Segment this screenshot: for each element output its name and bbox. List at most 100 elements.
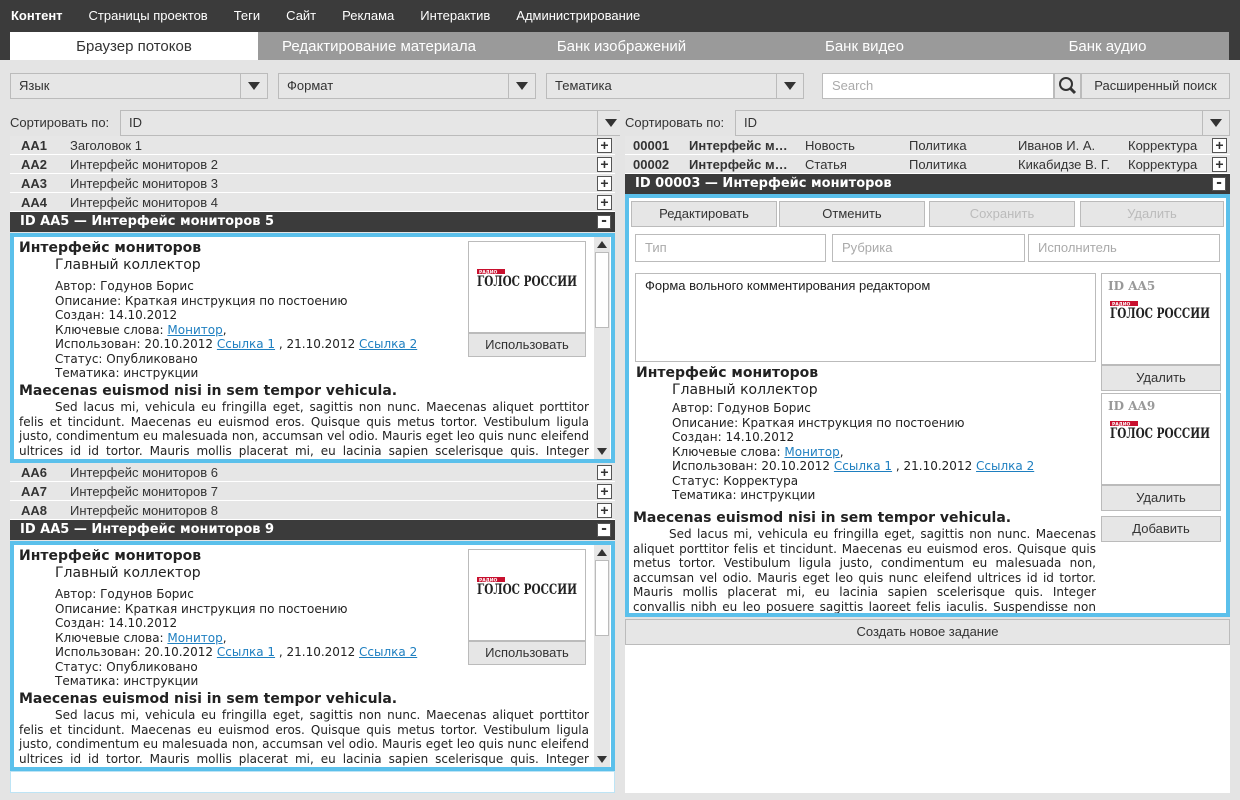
- add-image-button[interactable]: Добавить: [1101, 516, 1221, 542]
- nav-item-interactive[interactable]: Интерактив: [407, 8, 503, 23]
- format-select-label: Формат: [287, 78, 334, 93]
- tab-audio-bank[interactable]: Банк аудио: [986, 32, 1229, 60]
- expanded-header[interactable]: ID AA5 — Интерфейс мониторов 9 -: [10, 520, 615, 540]
- rubric-field[interactable]: Рубрика: [832, 234, 1025, 262]
- table-row[interactable]: 00002 Интерфейс м… Статья Политика Кикаб…: [625, 155, 1230, 174]
- plus-icon[interactable]: +: [597, 157, 612, 172]
- link-1[interactable]: Ссылка 1: [217, 337, 275, 351]
- editor-comment-field[interactable]: Форма вольного комментирования редакторо…: [635, 273, 1096, 362]
- plus-icon[interactable]: +: [597, 503, 612, 518]
- article-body: Sed lacus mi, vehicula eu fringilla eget…: [633, 527, 1096, 613]
- minus-icon[interactable]: -: [597, 522, 611, 537]
- plus-icon[interactable]: +: [1212, 157, 1227, 172]
- plus-icon[interactable]: +: [597, 465, 612, 480]
- link-1[interactable]: Ссылка 1: [834, 459, 892, 473]
- nav-item-ads[interactable]: Реклама: [329, 8, 407, 23]
- plus-icon[interactable]: +: [597, 484, 612, 499]
- keyword-link[interactable]: Монитор: [167, 631, 222, 645]
- row-title: Интерфейс мониторов 2: [70, 157, 218, 172]
- create-task-button[interactable]: Создать новое задание: [625, 619, 1230, 645]
- list-item[interactable]: AA8 Интерфейс мониторов 8 +: [10, 501, 615, 520]
- chevron-down-icon[interactable]: [1202, 111, 1229, 135]
- plus-icon[interactable]: +: [1212, 138, 1227, 153]
- topic-select[interactable]: Тематика: [546, 73, 804, 99]
- tab-video-bank[interactable]: Банк видео: [743, 32, 986, 60]
- link-1[interactable]: Ссылка 1: [217, 645, 275, 659]
- search-input[interactable]: Search: [822, 73, 1054, 99]
- use-button[interactable]: Использовать: [468, 641, 586, 665]
- save-button[interactable]: Сохранить: [929, 201, 1075, 227]
- keyword-link[interactable]: Монитор: [167, 323, 222, 337]
- meta-keywords: Ключевые слова: Монитор,: [55, 630, 227, 645]
- material-card: Интерфейс мониторов Главный коллектор Ав…: [10, 541, 615, 771]
- scrollbar[interactable]: [594, 545, 610, 767]
- attached-image[interactable]: ID AA5 РАДИО ГОЛОС РОССИИ: [1101, 273, 1221, 365]
- task-id: 00001: [633, 138, 670, 153]
- logo-main-text: ГОЛОС РОССИИ: [1110, 306, 1210, 322]
- scrollbar[interactable]: [594, 237, 610, 459]
- nav-item-site[interactable]: Сайт: [273, 8, 329, 23]
- cancel-button[interactable]: Отменить: [779, 201, 925, 227]
- delete-image-button[interactable]: Удалить: [1101, 365, 1221, 391]
- minus-icon[interactable]: -: [1212, 176, 1226, 191]
- plus-icon[interactable]: +: [597, 195, 612, 210]
- keyword-link[interactable]: Монитор: [784, 445, 839, 459]
- nav-item-tags[interactable]: Теги: [221, 8, 273, 23]
- chevron-down-icon[interactable]: [508, 74, 535, 98]
- task-person: Кикабидзе В. Г.: [1018, 157, 1110, 172]
- table-row[interactable]: 00001 Интерфейс м… Новость Политика Иван…: [625, 136, 1230, 155]
- edit-button[interactable]: Редактировать: [631, 201, 777, 227]
- row-title: Интерфейс мониторов 4: [70, 195, 218, 210]
- sort-label: Сортировать по:: [625, 115, 725, 130]
- meta-description: Описание: Краткая инструкция по постоени…: [55, 601, 348, 616]
- delete-image-button[interactable]: Удалить: [1101, 485, 1221, 511]
- scroll-thumb[interactable]: [595, 560, 609, 636]
- card-title: Интерфейс мониторов: [636, 365, 819, 381]
- expanded-header[interactable]: ID AA5 — Интерфейс мониторов 5 -: [10, 212, 615, 232]
- tab-edit-material[interactable]: Редактирование материала: [258, 32, 500, 60]
- scroll-up-icon[interactable]: [597, 241, 607, 248]
- scroll-up-icon[interactable]: [597, 549, 607, 556]
- scroll-thumb[interactable]: [595, 252, 609, 328]
- advanced-search-button[interactable]: Расширенный поиск: [1081, 73, 1230, 99]
- nav-item-project-pages[interactable]: Страницы проектов: [76, 8, 221, 23]
- task-rubric: Политика: [909, 157, 967, 172]
- format-select[interactable]: Формат: [278, 73, 536, 99]
- list-item[interactable]: AA4 Интерфейс мониторов 4 +: [10, 193, 615, 212]
- tab-image-bank[interactable]: Банк изображений: [500, 32, 743, 60]
- list-item[interactable]: AA7 Интерфейс мониторов 7 +: [10, 482, 615, 501]
- delete-button[interactable]: Удалить: [1080, 201, 1224, 227]
- search-button[interactable]: [1054, 73, 1081, 99]
- scroll-down-icon[interactable]: [597, 756, 607, 763]
- sort-value: ID: [744, 115, 757, 130]
- scroll-down-icon[interactable]: [597, 448, 607, 455]
- minus-icon[interactable]: -: [597, 214, 611, 229]
- link-2[interactable]: Ссылка 2: [359, 645, 417, 659]
- link-2[interactable]: Ссылка 2: [359, 337, 417, 351]
- plus-icon[interactable]: +: [597, 176, 612, 191]
- list-item[interactable]: AA2 Интерфейс мониторов 2 +: [10, 155, 615, 174]
- radio-logo-image: РАДИО ГОЛОС РОССИИ: [468, 549, 586, 641]
- type-field[interactable]: Тип: [635, 234, 826, 262]
- left-sort-select[interactable]: ID: [120, 110, 625, 136]
- link-2[interactable]: Ссылка 2: [976, 459, 1034, 473]
- language-select[interactable]: Язык: [10, 73, 268, 99]
- attached-image[interactable]: ID AA9 РАДИО ГОЛОС РОССИИ: [1101, 393, 1221, 485]
- chevron-down-icon[interactable]: [776, 74, 803, 98]
- executor-field[interactable]: Исполнитель: [1028, 234, 1220, 262]
- used-label: Использован: 20.10.2012: [672, 459, 831, 473]
- meta-description: Описание: Краткая инструкция по постоени…: [55, 293, 348, 308]
- tab-stream-browser[interactable]: Браузер потоков: [10, 32, 258, 60]
- task-editor-card: Редактировать Отменить Сохранить Удалить…: [625, 194, 1230, 617]
- nav-item-content[interactable]: Контент: [0, 8, 76, 23]
- plus-icon[interactable]: +: [597, 138, 612, 153]
- list-item[interactable]: AA6 Интерфейс мониторов 6 +: [10, 463, 615, 482]
- logo-main-text: ГОЛОС РОССИИ: [477, 582, 577, 598]
- right-sort-select[interactable]: ID: [735, 110, 1230, 136]
- list-item[interactable]: AA1 Заголовок 1 +: [10, 136, 615, 155]
- expanded-header[interactable]: ID 00003 — Интерфейс мониторов -: [625, 174, 1230, 194]
- use-button[interactable]: Использовать: [468, 333, 586, 357]
- chevron-down-icon[interactable]: [240, 74, 267, 98]
- nav-item-admin[interactable]: Администрирование: [503, 8, 653, 23]
- list-item[interactable]: AA3 Интерфейс мониторов 3 +: [10, 174, 615, 193]
